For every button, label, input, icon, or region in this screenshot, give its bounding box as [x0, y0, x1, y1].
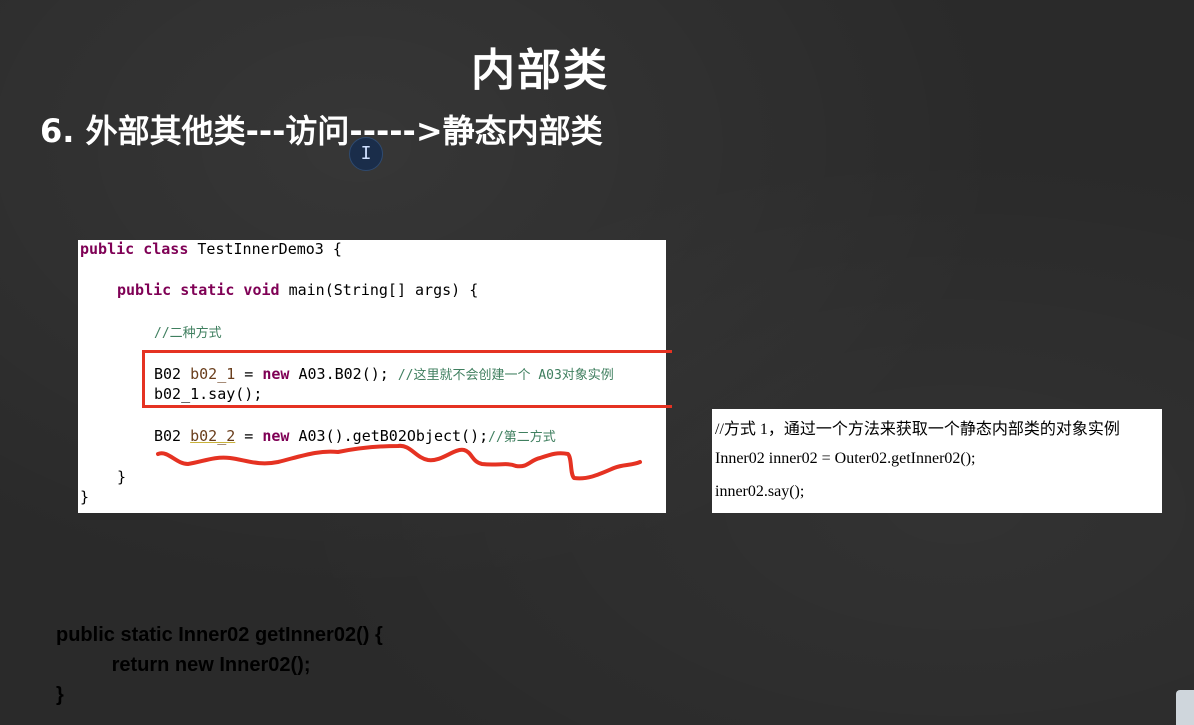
code-line-say: b02_1.say();: [154, 385, 263, 403]
bottom-code-line-3: }: [56, 684, 64, 706]
code-line-class-decl: public class TestInnerDemo3 {: [80, 240, 342, 258]
bottom-method-code: public static Inner02 getInner02() { ret…: [56, 620, 383, 710]
code-line-comment: //二种方式: [154, 326, 222, 341]
corner-widget[interactable]: [1176, 690, 1194, 725]
slide-subtitle: 6. 外部其他类---访问----->静态内部类: [40, 112, 603, 150]
code-line-main-decl: public static void main(String[] args) {: [117, 281, 479, 299]
note-comment: //方式 1，通过一个方法来获取一个静态内部类的对象实例: [715, 421, 1120, 438]
note-line-get-instance: Inner02 inner02 = Outer02.getInner02();: [715, 450, 976, 467]
red-squiggle-underline: [156, 443, 642, 481]
code-line-b02-1: B02 b02_1 = new A03.B02(); //这里就不会创建一个 A…: [154, 365, 614, 383]
code-line-close-method: }: [117, 468, 127, 486]
slide-title: 内部类: [471, 45, 609, 96]
method-note-panel: //方式 1，通过一个方法来获取一个静态内部类的对象实例 Inner02 inn…: [712, 409, 1162, 513]
note-line-say: inner02.say();: [715, 483, 805, 500]
bottom-code-line-1: public static Inner02 getInner02() {: [56, 624, 383, 646]
code-line-close-class: }: [80, 488, 90, 506]
text-cursor-icon: I: [349, 137, 383, 171]
code-screenshot-panel: public class TestInnerDemo3 { public sta…: [78, 240, 672, 513]
bottom-code-line-2: return new Inner02();: [56, 654, 311, 676]
